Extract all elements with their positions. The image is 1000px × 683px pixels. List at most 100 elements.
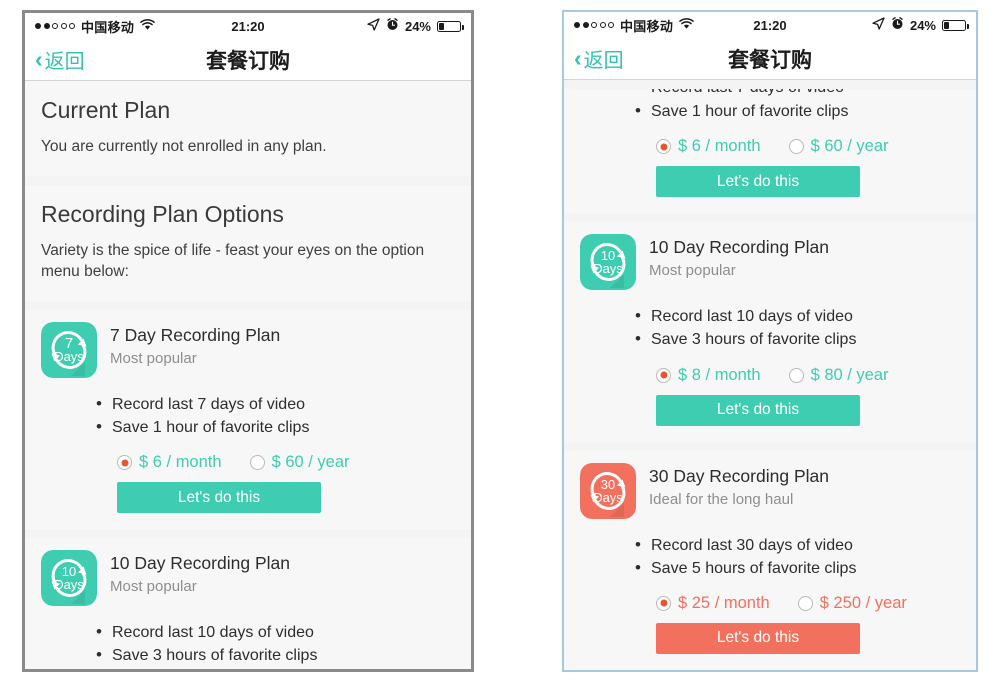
radio-yearly[interactable] xyxy=(249,455,265,471)
price-yearly-label: $ 60 / year xyxy=(271,453,350,472)
signal-strength-icon xyxy=(35,23,75,29)
clipped-feature-text: Record last 7 days of video xyxy=(580,89,960,98)
plan-feature: Record last 10 days of video xyxy=(635,304,960,329)
subscribe-button[interactable]: Let's do this xyxy=(117,482,321,514)
radio-monthly[interactable] xyxy=(656,139,671,155)
scroll-area-left[interactable]: Current Plan You are currently not enrol… xyxy=(25,81,471,669)
recycle-arrow-icon: 10 Days xyxy=(41,550,97,607)
subscribe-button[interactable]: Let's do this xyxy=(656,166,860,198)
plan-feature: Record last 10 days of video xyxy=(96,620,455,645)
recycle-arrow-icon: 30 Days xyxy=(580,462,636,519)
plan-feature: Save 3 hours of favorite clips xyxy=(96,643,455,668)
plan-title-block: 10 Day Recording Plan Most popular xyxy=(110,550,290,595)
signal-strength-icon xyxy=(574,22,614,28)
price-options-row: $ 6 / month $ 60 / year xyxy=(41,453,455,472)
chevron-left-icon: ‹ xyxy=(574,45,582,71)
svg-text:Days: Days xyxy=(593,261,623,276)
plan-title: 10 Day Recording Plan xyxy=(649,237,829,258)
battery-percent-label: 24% xyxy=(909,17,936,33)
plan-title: 10 Day Recording Plan xyxy=(110,553,290,574)
plan-card: 10 Days 10 Day Recording Plan Most popul… xyxy=(564,222,976,442)
plan-feature: Save 1 hour of favorite clips xyxy=(96,415,455,440)
plan-feature-list: Record last 10 days of videoSave 3 hours… xyxy=(580,304,960,352)
price-option-yearly[interactable]: $ 60 / year xyxy=(249,453,350,472)
phone-screen-left: 中国移动 21:20 24% ‹ 返回 套餐订购 Current Plan Yo… xyxy=(22,10,474,672)
plan-subtitle: Most popular xyxy=(110,349,197,367)
recycle-arrow-icon: 10 Days xyxy=(580,234,636,291)
status-bar-left: 中国移动 xyxy=(35,17,156,36)
price-monthly-label: $ 6 / month xyxy=(678,137,761,156)
location-arrow-icon xyxy=(872,17,885,33)
price-option-monthly[interactable]: $ 6 / month xyxy=(656,137,761,156)
plan-card-partial: Record last 7 days of video Save 1 hour … xyxy=(564,89,976,214)
plan-card: 7 Days 7 Day Recording Plan Most popular… xyxy=(25,309,471,530)
plan-feature-list: Record last 30 days of videoSave 5 hours… xyxy=(580,533,960,581)
radio-yearly[interactable] xyxy=(788,139,804,155)
plan-options-section: Recording Plan Options Variety is the sp… xyxy=(25,184,471,301)
plan-icon: 10 Days xyxy=(580,234,636,291)
plan-feature-list: Record last 7 days of videoSave 1 hour o… xyxy=(41,392,455,440)
price-yearly-label: $ 80 / year xyxy=(810,365,889,384)
battery-percent-label: 24% xyxy=(404,18,431,34)
radio-monthly[interactable] xyxy=(656,595,671,611)
current-plan-description: You are currently not enrolled in any pl… xyxy=(41,138,327,155)
plan-subtitle: Most popular xyxy=(110,578,197,596)
recycle-arrow-icon: 7 Days xyxy=(41,321,97,378)
page-title: 套餐订购 xyxy=(206,49,290,73)
price-option-monthly[interactable]: $ 25 / month xyxy=(656,594,770,613)
status-bar: 中国移动 21:20 24% xyxy=(564,12,976,38)
back-button[interactable]: ‹ 返回 xyxy=(574,44,624,73)
plan-feature-list: Save 1 hour of favorite clips xyxy=(580,99,960,124)
plan-options-title: Recording Plan Options xyxy=(41,200,284,227)
plan-options-description: Variety is the spice of life - feast you… xyxy=(41,241,425,280)
plan-header: 10 Days 10 Day Recording Plan Most popul… xyxy=(580,234,960,291)
price-option-yearly[interactable]: $ 250 / year xyxy=(797,594,907,613)
plan-title-block: 7 Day Recording Plan Most popular xyxy=(110,322,280,367)
radio-yearly[interactable] xyxy=(788,367,804,383)
subscribe-button[interactable]: Let's do this xyxy=(656,622,860,654)
plan-title-block: 30 Day Recording Plan Ideal for the long… xyxy=(649,463,829,508)
scroll-area-right[interactable]: Record last 7 days of video Save 1 hour … xyxy=(564,80,976,670)
plan-header: 10 Days 10 Day Recording Plan Most popul… xyxy=(41,550,455,607)
radio-monthly[interactable] xyxy=(117,455,132,471)
price-option-yearly[interactable]: $ 60 / year xyxy=(788,137,889,156)
subscribe-button[interactable]: Let's do this xyxy=(656,394,860,426)
scroll-content-right: Record last 7 days of video Save 1 hour … xyxy=(564,89,976,670)
plan-feature: Save 1 hour of favorite clips xyxy=(635,99,960,124)
plan-icon: 30 Days xyxy=(580,462,636,519)
plan-card: 10 Days 10 Day Recording Plan Most popul… xyxy=(25,538,471,669)
back-button-label: 返回 xyxy=(44,51,85,73)
plan-header: 30 Days 30 Day Recording Plan Ideal for … xyxy=(580,462,960,519)
page-title: 套餐订购 xyxy=(728,48,812,72)
chevron-left-icon: ‹ xyxy=(35,46,43,72)
battery-icon xyxy=(942,19,969,31)
price-yearly-label: $ 60 / year xyxy=(810,137,889,156)
radio-yearly[interactable] xyxy=(797,595,813,611)
plan-header: 7 Days 7 Day Recording Plan Most popular xyxy=(41,321,455,378)
radio-monthly[interactable] xyxy=(656,367,671,383)
price-options-row: $ 8 / month $ 80 / year xyxy=(580,366,960,385)
nav-bar: ‹ 返回 套餐订购 xyxy=(564,38,976,80)
svg-text:Days: Days xyxy=(54,349,84,364)
plan-subtitle: Ideal for the long haul xyxy=(649,490,794,508)
plan-feature-list: Record last 10 days of videoSave 3 hours… xyxy=(41,620,455,668)
plan-feature: Record last 7 days of video xyxy=(96,392,455,417)
wifi-icon xyxy=(140,18,156,34)
plan-feature: Record last 30 days of video xyxy=(635,533,960,558)
price-option-monthly[interactable]: $ 8 / month xyxy=(656,366,761,385)
back-button-label: 返回 xyxy=(583,50,624,72)
price-option-monthly[interactable]: $ 6 / month xyxy=(117,453,222,472)
plan-title: 7 Day Recording Plan xyxy=(110,324,281,345)
status-bar-right: 24% xyxy=(872,17,969,33)
current-plan-section: Current Plan You are currently not enrol… xyxy=(25,81,471,176)
alarm-clock-icon xyxy=(891,17,904,33)
price-option-yearly[interactable]: $ 80 / year xyxy=(788,365,889,385)
screenshot-stage: 中国移动 21:20 24% ‹ 返回 套餐订购 Current Plan Yo… xyxy=(0,0,1000,683)
status-bar-right: 24% xyxy=(367,18,464,34)
back-button[interactable]: ‹ 返回 xyxy=(35,45,85,74)
svg-text:Days: Days xyxy=(593,490,623,505)
carrier-label: 中国移动 xyxy=(620,18,674,34)
price-options-row: $ 6 / month $ 60 / year xyxy=(580,137,960,156)
carrier-label: 中国移动 xyxy=(81,19,135,35)
plan-title: 30 Day Recording Plan xyxy=(649,465,829,486)
